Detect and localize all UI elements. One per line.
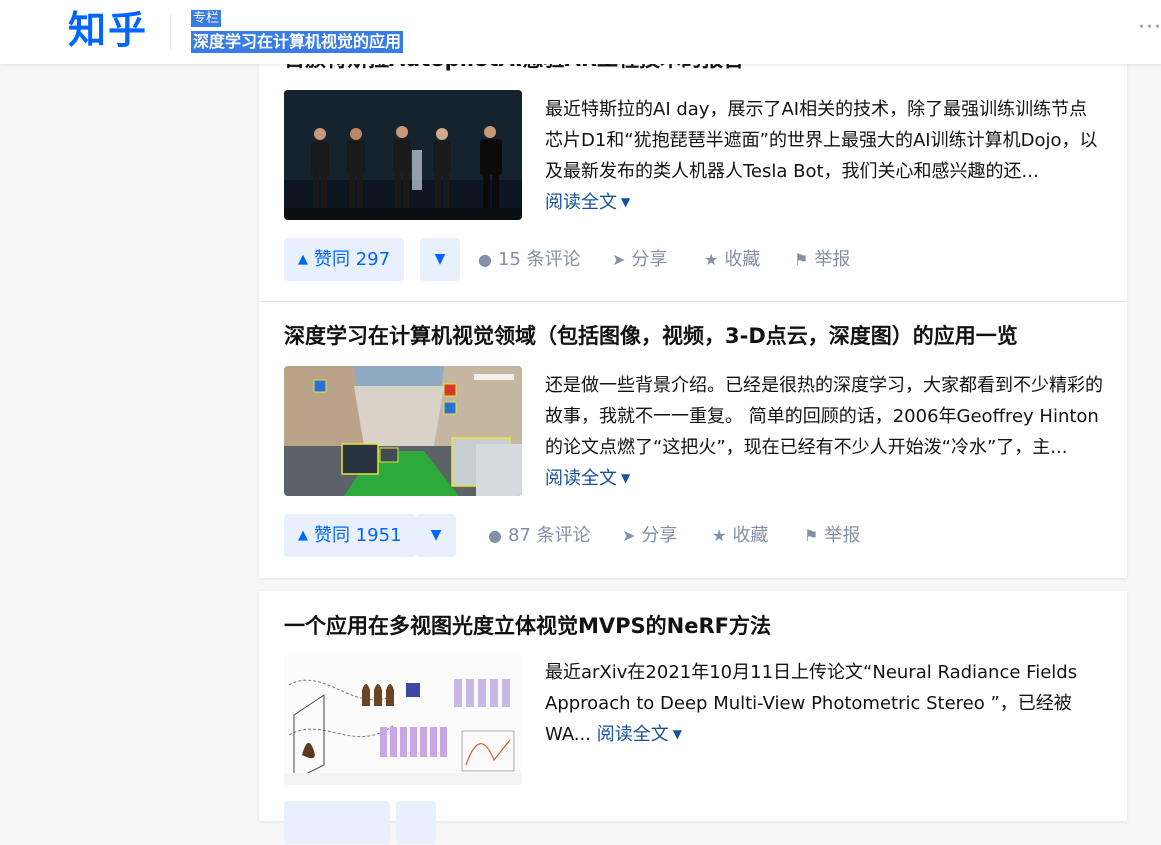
flag-icon: ⚑: [794, 250, 809, 269]
read-more-link[interactable]: 阅读全文 ▼: [545, 468, 630, 489]
article-title[interactable]: 一个应用在多视图光度立体视觉MVPS的NeRF方法: [284, 611, 771, 641]
triangle-up-icon: ▲: [298, 252, 308, 267]
upvote-button[interactable]: ▲ 赞同 1951: [284, 514, 416, 557]
article-excerpt: 还是做一些背景介绍。已经是很热的深度学习，大家都看到不少精彩的故事，我就不一一重…: [545, 370, 1105, 496]
comment-bubble-icon: ●: [478, 250, 492, 269]
chevron-down-icon: ▼: [672, 727, 682, 741]
chevron-down-icon: ▼: [621, 471, 631, 485]
triangle-up-icon: ▲: [298, 528, 308, 543]
triangle-down-icon: ▼: [430, 527, 442, 543]
upvote-label: 赞同 297: [314, 249, 391, 270]
article-excerpt: 最近arXiv在2021年10月11日上传论文“Neural Radiance …: [545, 657, 1105, 752]
flag-icon: ⚑: [804, 526, 819, 545]
star-icon: ★: [712, 526, 727, 545]
downvote-button[interactable]: [396, 801, 436, 844]
comment-bubble-icon: ●: [488, 526, 502, 545]
article-card: 一个应用在多视图光度立体视觉MVPS的NeRF方法 最近arXiv在2021年1…: [259, 591, 1127, 844]
favorite-button[interactable]: ★ 收藏: [704, 238, 760, 281]
report-button[interactable]: ⚑ 举报: [794, 238, 850, 281]
excerpt-text: 还是做一些背景介绍。已经是很热的深度学习，大家都看到不少精彩的故事，我就不一一重…: [545, 375, 1103, 458]
article-card: 首颁特斯拉AutopilotAI感验AR工程技术的报告 最近特斯拉的AI day…: [259, 40, 1127, 301]
report-button[interactable]: ⚑ 举报: [804, 514, 860, 557]
street-detection-photo: [284, 366, 522, 496]
article-thumbnail[interactable]: [284, 366, 522, 496]
star-icon: ★: [704, 250, 719, 269]
column-title[interactable]: 深度学习在计算机视觉的应用: [191, 31, 404, 53]
more-options-icon[interactable]: ···: [1138, 14, 1161, 42]
favorite-button[interactable]: ★ 收藏: [712, 514, 768, 557]
report-label: 举报: [824, 525, 861, 546]
favorite-label: 收藏: [732, 525, 769, 546]
share-label: 分享: [641, 525, 678, 546]
favorite-label: 收藏: [724, 249, 761, 270]
share-button[interactable]: ➤ 分享: [622, 514, 677, 557]
paper-plane-icon: ➤: [612, 250, 626, 269]
read-more-label: 阅读全文: [545, 468, 617, 489]
article-thumbnail[interactable]: [284, 655, 522, 785]
zhihu-logo[interactable]: 知乎: [68, 6, 148, 54]
share-button[interactable]: ➤ 分享: [612, 238, 667, 281]
article-card: 深度学习在计算机视觉领域（包括图像，视频，3-D点云，深度图）的应用一览 还是做…: [259, 302, 1127, 578]
stage-photo: [284, 90, 522, 220]
read-more-label: 阅读全文: [545, 192, 617, 213]
comments-label: 15 条评论: [497, 249, 581, 270]
chevron-down-icon: ▼: [621, 195, 631, 209]
upvote-label: 赞同 1951: [314, 525, 402, 546]
header-divider: [170, 14, 171, 50]
paper-plane-icon: ➤: [622, 526, 636, 545]
downvote-button[interactable]: ▼: [416, 514, 456, 557]
comments-button[interactable]: ● 87 条评论: [488, 514, 591, 557]
article-excerpt: 最近特斯拉的AI day，展示了AI相关的技术，除了最强训练训练节点芯片D1和“…: [545, 94, 1105, 220]
comments-label: 87 条评论: [507, 525, 591, 546]
share-label: 分享: [631, 249, 668, 270]
downvote-button[interactable]: ▼: [420, 238, 460, 281]
read-more-label: 阅读全文: [596, 724, 669, 745]
read-more-link[interactable]: 阅读全文 ▼: [545, 192, 630, 213]
nerf-diagram-figure: [284, 655, 522, 785]
column-tag[interactable]: 专栏: [191, 10, 222, 27]
article-thumbnail[interactable]: [284, 90, 522, 220]
upvote-button[interactable]: ▲ 赞同 297: [284, 238, 405, 281]
article-title[interactable]: 深度学习在计算机视觉领域（包括图像，视频，3-D点云，深度图）的应用一览: [284, 321, 1018, 351]
upvote-button[interactable]: [284, 801, 390, 844]
top-header: 知乎 专栏 深度学习在计算机视觉的应用 ···: [0, 0, 1161, 64]
report-label: 举报: [814, 249, 851, 270]
triangle-down-icon: ▼: [434, 251, 446, 267]
comments-button[interactable]: ● 15 条评论: [478, 238, 581, 281]
read-more-link[interactable]: 阅读全文 ▼: [597, 724, 682, 745]
excerpt-text: 最近特斯拉的AI day，展示了AI相关的技术，除了最强训练训练节点芯片D1和“…: [545, 99, 1098, 182]
